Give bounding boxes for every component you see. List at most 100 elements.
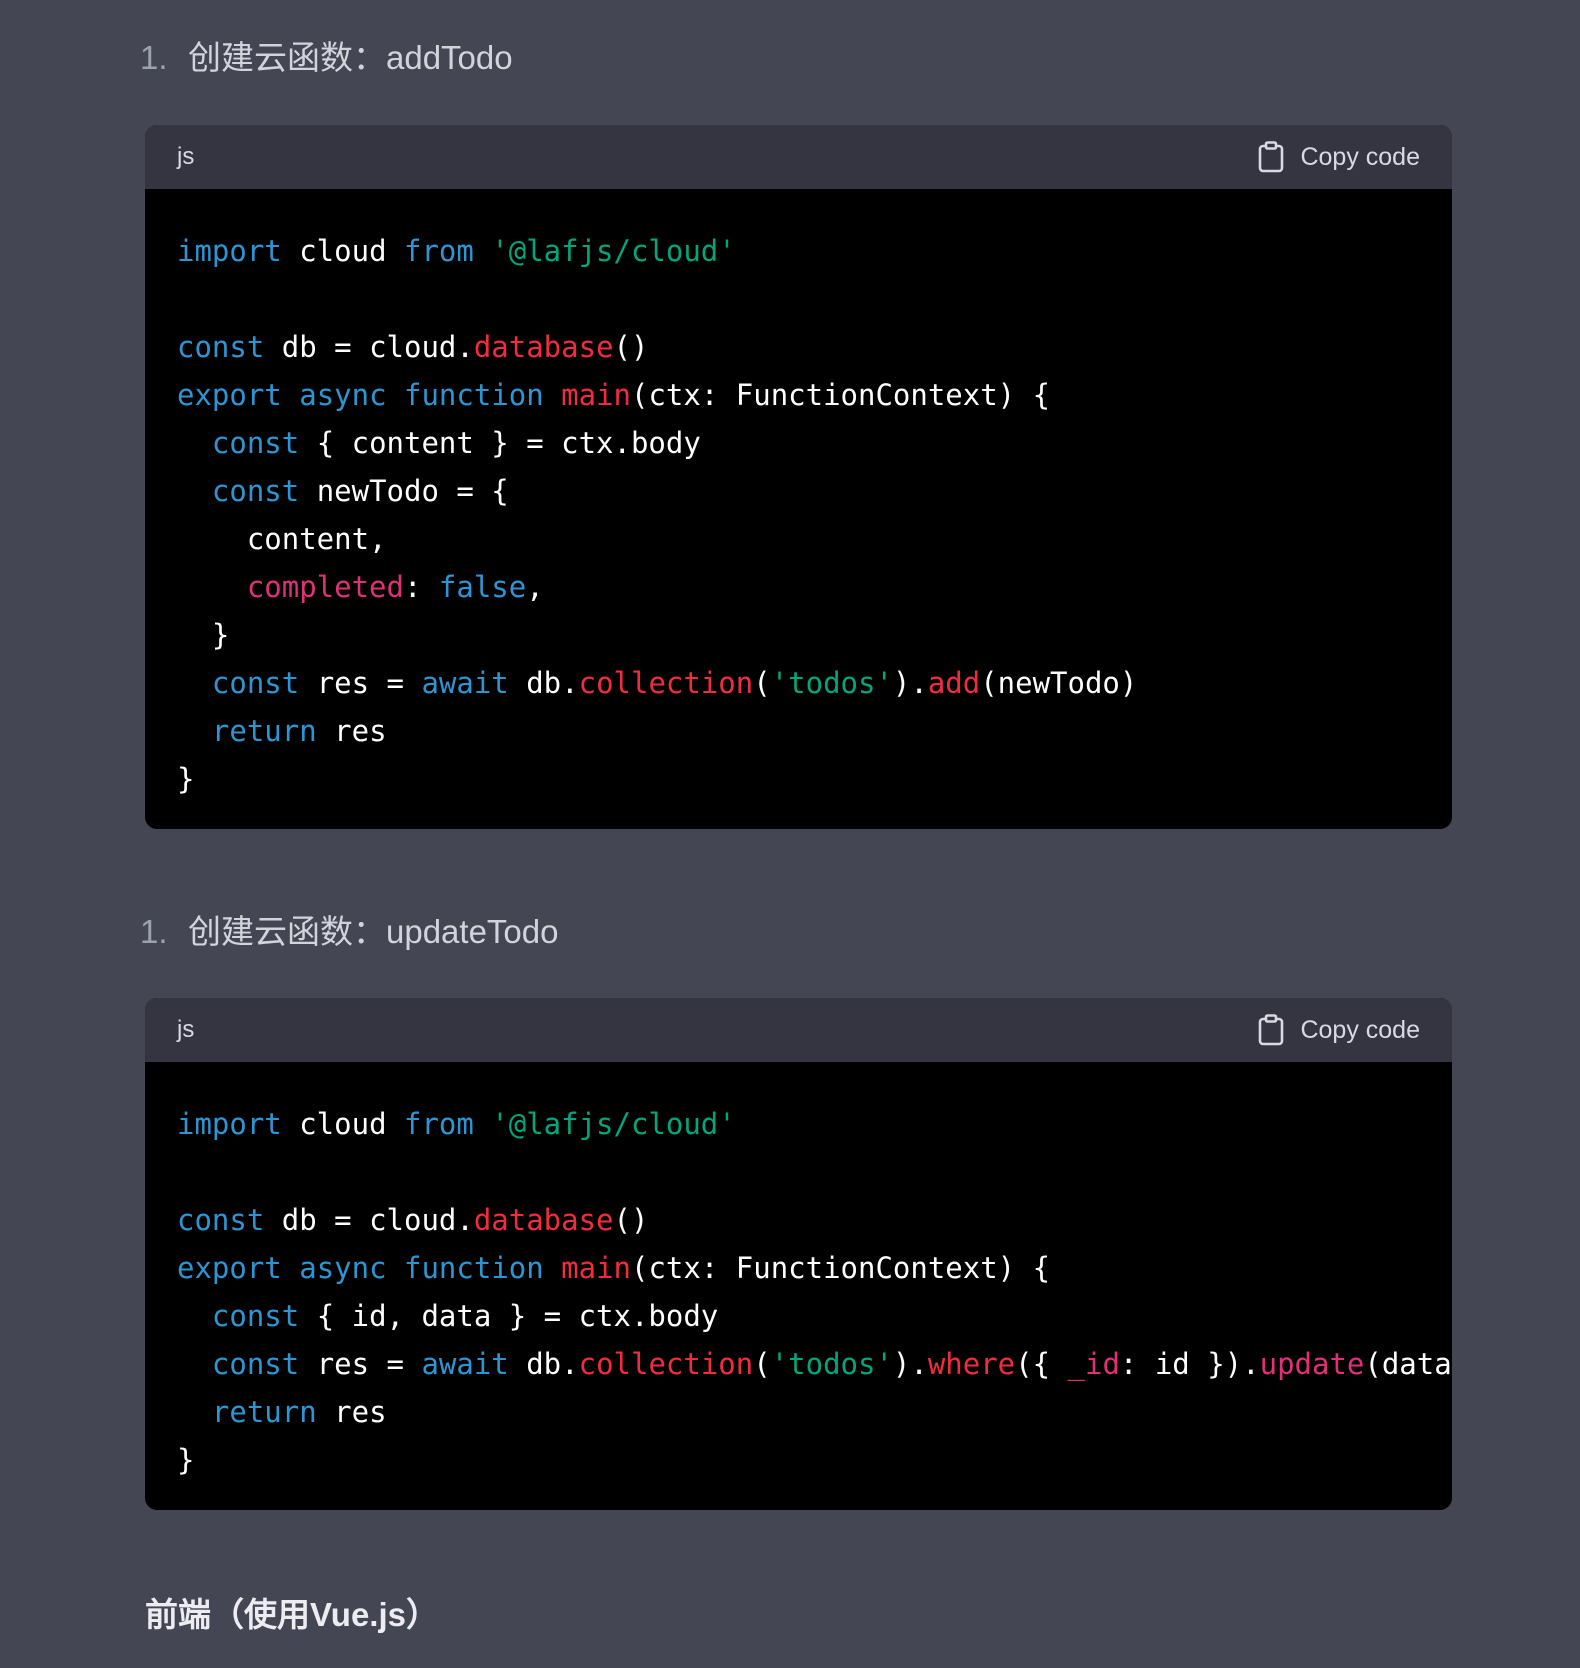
- code-token: const: [211, 474, 300, 508]
- clipboard-icon: [1258, 141, 1284, 173]
- code-line: const newTodo = {: [177, 467, 1420, 515]
- code-block-add-todo: js Copy code import cloud from '@lafjs/c…: [145, 125, 1452, 829]
- code-token: : id }).: [1119, 1347, 1260, 1381]
- code-token: (: [753, 666, 771, 700]
- code-token: (data): [1364, 1347, 1452, 1381]
- code-token: (ctx: FunctionContext) {: [631, 1251, 1051, 1285]
- code-token: await: [421, 666, 509, 700]
- code-token: :: [403, 570, 439, 604]
- code-token: from: [403, 1107, 474, 1141]
- code-token: ,: [526, 570, 544, 604]
- code-token: res: [316, 1395, 387, 1429]
- code-token: content,: [177, 522, 387, 556]
- code-token: const: [211, 1299, 300, 1333]
- code-token: completed: [246, 570, 404, 604]
- code-token: (newTodo): [980, 666, 1138, 700]
- code-token: function: [404, 1251, 544, 1285]
- code-token: (ctx: FunctionContext) {: [631, 378, 1051, 412]
- code-token: newTodo = {: [299, 474, 509, 508]
- code-line: const { content } = ctx.body: [177, 419, 1420, 467]
- code-token: main: [561, 1251, 632, 1285]
- step-add-todo: 1. 创建云函数：addTodo: [140, 38, 513, 78]
- code-line: return res: [177, 707, 1420, 755]
- code-token: return: [211, 1395, 317, 1429]
- code-token: cloud: [281, 234, 404, 268]
- section-heading: 前端（使用Vue.js）: [145, 1596, 439, 1633]
- code-token: false: [438, 570, 527, 604]
- code-token: (): [613, 330, 649, 364]
- code-token: { id, data } = ctx.body: [299, 1299, 719, 1333]
- code-line: const db = cloud.database(): [177, 323, 1420, 371]
- code-language: js: [177, 1016, 195, 1043]
- code-token: }: [177, 618, 230, 652]
- code-line: }: [177, 611, 1420, 659]
- code-token: export: [177, 378, 282, 412]
- code-token: '@lafjs/cloud': [491, 1107, 736, 1141]
- code-token: database: [473, 330, 614, 364]
- code-token: where: [927, 1347, 1016, 1381]
- code-token: 'todos': [770, 666, 893, 700]
- code-token: ({: [1015, 1347, 1068, 1381]
- code-token: return: [211, 714, 317, 748]
- code-token: collection: [578, 1347, 754, 1381]
- code-token: 'todos': [770, 1347, 893, 1381]
- code-line: const res = await db.collection('todos')…: [177, 1340, 1452, 1388]
- code-token: add: [927, 666, 981, 700]
- code-token: const: [177, 1203, 265, 1237]
- code-token: const: [211, 666, 300, 700]
- code-line: content,: [177, 515, 1420, 563]
- code-line: import cloud from '@lafjs/cloud': [177, 227, 1420, 275]
- code-token: export: [177, 1251, 282, 1285]
- code-line: const { id, data } = ctx.body: [177, 1292, 1420, 1340]
- code-token: res =: [299, 666, 422, 700]
- code-token: cloud: [281, 1107, 404, 1141]
- copy-code-label: Copy code: [1300, 1015, 1420, 1044]
- step-number: 1.: [140, 39, 168, 76]
- step-label: 创建云函数：addTodo: [188, 39, 513, 76]
- code-token: _id: [1067, 1347, 1120, 1381]
- copy-code-button[interactable]: Copy code: [1258, 1014, 1420, 1046]
- code-token: res =: [299, 1347, 422, 1381]
- code-line: export async function main(ctx: Function…: [177, 371, 1420, 419]
- code-token: import: [177, 234, 282, 268]
- code-header: js Copy code: [145, 125, 1452, 189]
- code-token: from: [403, 234, 474, 268]
- code-token: (: [753, 1347, 771, 1381]
- code-block-update-todo: js Copy code import cloud from '@lafjs/c…: [145, 998, 1452, 1510]
- code-line: export async function main(ctx: Function…: [177, 1244, 1420, 1292]
- code-line: completed: false,: [177, 563, 1420, 611]
- code-line: const res = await db.collection('todos')…: [177, 659, 1420, 707]
- copy-code-button[interactable]: Copy code: [1258, 141, 1420, 173]
- code-token: db = cloud.: [264, 330, 474, 364]
- code-token: db.: [508, 666, 579, 700]
- code-token: const: [211, 1347, 300, 1381]
- code-token: }: [177, 762, 195, 796]
- code-line: return res: [177, 1388, 1420, 1436]
- step-update-todo: 1. 创建云函数：updateTodo: [140, 912, 559, 952]
- code-token: function: [404, 378, 544, 412]
- code-token: (): [613, 1203, 649, 1237]
- clipboard-icon: [1258, 1014, 1284, 1046]
- code-line: const db = cloud.database(): [177, 1196, 1420, 1244]
- code-body: import cloud from '@lafjs/cloud' const db…: [145, 1062, 1452, 1484]
- code-header: js Copy code: [145, 998, 1452, 1062]
- code-token: main: [561, 378, 632, 412]
- copy-code-label: Copy code: [1300, 142, 1420, 171]
- code-token: db = cloud.: [264, 1203, 474, 1237]
- step-number: 1.: [140, 913, 168, 950]
- code-token: await: [421, 1347, 509, 1381]
- code-token: collection: [578, 666, 754, 700]
